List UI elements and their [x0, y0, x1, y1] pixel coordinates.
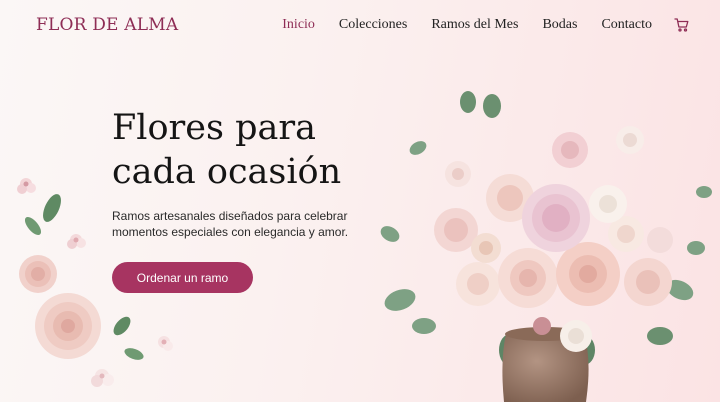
- peony-icon: [522, 184, 590, 252]
- brand-logo[interactable]: FLOR DE ALMA: [36, 15, 178, 35]
- nav-item-ramos-del-mes[interactable]: Ramos del Mes: [431, 17, 518, 33]
- nav-item-inicio[interactable]: Inicio: [282, 17, 315, 33]
- rose-icon: [19, 255, 101, 359]
- decorative-flowers-left: [17, 178, 173, 387]
- nav-item-contacto[interactable]: Contacto: [601, 17, 652, 33]
- top-navigation: FLOR DE ALMA Inicio Colecciones Ramos de…: [0, 0, 720, 52]
- nav-links: Inicio Colecciones Ramos del Mes Bodas C…: [258, 17, 690, 33]
- shopping-cart-icon[interactable]: [674, 17, 690, 33]
- nav-item-colecciones[interactable]: Colecciones: [339, 17, 407, 33]
- hero-title-line-1: Flores para: [112, 108, 316, 148]
- flower-bouquet-image: [380, 91, 712, 402]
- nav-item-bodas[interactable]: Bodas: [542, 17, 577, 33]
